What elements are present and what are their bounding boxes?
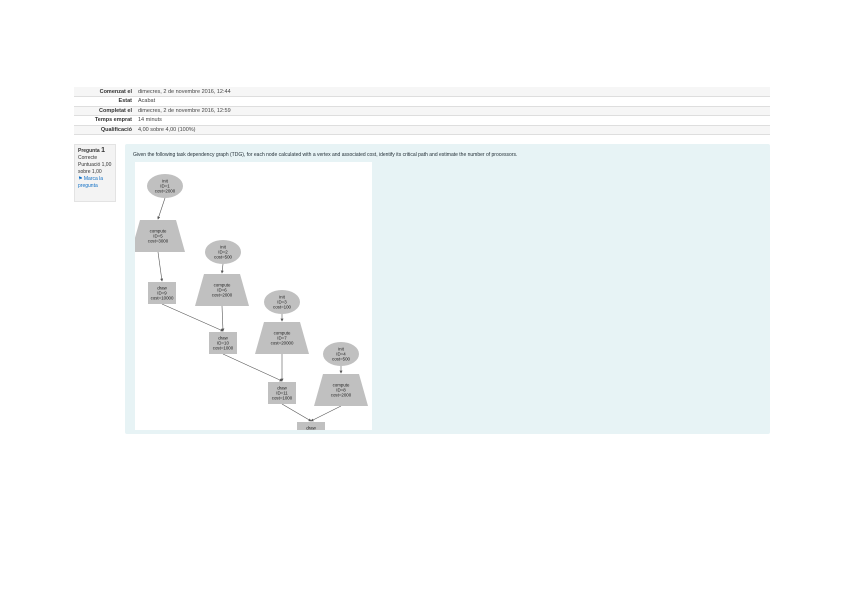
graph-node-label: cost=500 [214, 255, 233, 260]
graph-node-rect: drawID=9cost=10000 [148, 282, 176, 304]
flag-icon: ⚑ [78, 176, 83, 182]
graph-node-label: cost=100 [273, 305, 292, 310]
started-label: Comenzat el [99, 88, 132, 95]
graph-node-trap: computeID=5cost=3000 [135, 220, 185, 252]
graph-node-trap: computeID=7cost=20000 [255, 322, 309, 354]
attempt-summary-table: Comenzat el dimecres, 2 de novembre 2016… [74, 87, 770, 135]
summary-row-started: Comenzat el dimecres, 2 de novembre 2016… [74, 87, 770, 97]
graph-node-ellipse: initID=3cost=100 [264, 290, 300, 314]
summary-row-time: Temps emprat 14 minuts [74, 116, 770, 125]
started-value: dimecres, 2 de novembre 2016, 12:44 [138, 88, 231, 95]
graph-edge [161, 303, 224, 332]
graph-edge [157, 197, 166, 220]
graph-node-label: cost=10000 [151, 296, 174, 301]
time-value: 14 minuts [138, 117, 162, 124]
completed-label: Completat el [98, 107, 132, 114]
graph-node-ellipse: initID=2cost=500 [205, 240, 241, 264]
graph-node-trap: computeID=6cost=2000 [195, 274, 249, 306]
grade-value: 4,00 sobre 4,00 (100%) [138, 126, 196, 133]
graph-node-trap: computeID=8cost=2000 [314, 374, 368, 406]
graph-node-label: cost=2000 [155, 189, 176, 194]
graph-node-label: draw [306, 425, 316, 430]
graph-node-rect: drawID=11cost=1000 [268, 382, 296, 404]
summary-row-completed: Completat el dimecres, 2 de novembre 201… [74, 106, 770, 116]
graph-edge [310, 405, 342, 422]
summary-row-state: Estat Acabat [74, 97, 770, 106]
question-text: Given the following task dependency grap… [133, 152, 518, 158]
question-number: Pregunta 1 [78, 147, 112, 155]
question-label: Pregunta [78, 148, 100, 154]
graph-node-label: cost=20000 [271, 341, 294, 346]
graph-node-rect: drawID=10cost=1000 [209, 332, 237, 354]
question-number-value: 1 [101, 147, 105, 154]
graph-edge [281, 403, 312, 422]
graph-node-rect: drawID=12cost=1000 [297, 422, 325, 430]
graph-node-ellipse: initID=4cost=500 [323, 342, 359, 366]
completed-value: dimecres, 2 de novembre 2016, 12:59 [138, 107, 231, 114]
graph-node-ellipse: initID=1cost=2000 [147, 174, 183, 198]
time-label: Temps emprat [94, 117, 132, 124]
graph-node-label: cost=3000 [148, 239, 169, 244]
graph-node-label: cost=1000 [213, 346, 234, 351]
question-formulation: Given the following task dependency grap… [125, 144, 770, 434]
graph-node-label: cost=2000 [331, 393, 352, 398]
grade-label: Qualificació [100, 126, 132, 133]
graph-node-label: cost=2000 [212, 293, 233, 298]
state-label: Estat [118, 98, 132, 105]
question-score: Puntuació 1,00 sobre 1,00 [78, 162, 112, 175]
question-status: Correcte [78, 155, 98, 161]
graph-edge [220, 263, 224, 274]
task-dependency-graph: initID=1cost=2000 computeID=5cost=3000 ini… [135, 174, 368, 430]
state-value: Acabat [138, 98, 156, 105]
graph-node-label: cost=500 [332, 357, 351, 362]
flag-question-label: Marca la pregunta [78, 176, 104, 189]
graph-edge [157, 251, 164, 282]
graph-edge [222, 353, 283, 382]
graph-edge [221, 305, 225, 332]
flag-question-link[interactable]: ⚑ Marca la pregunta [78, 176, 112, 190]
task-dependency-graph-image: init ID=1 cost=2000 compute ID=5 cost=3000 ini… [135, 162, 372, 430]
question-info-panel: Pregunta 1 Correcte Puntuació 1,00 sobre… [74, 144, 116, 202]
graph-node-label: cost=1000 [272, 396, 293, 401]
summary-row-grade: Qualificació 4,00 sobre 4,00 (100%) [74, 125, 770, 135]
